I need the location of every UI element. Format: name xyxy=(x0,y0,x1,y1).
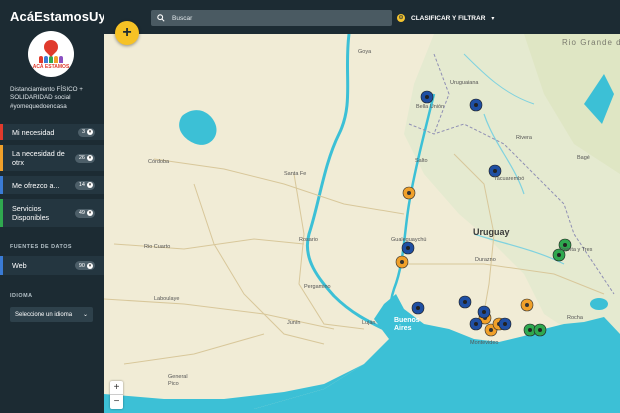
count-badge[interactable]: 3 ▾ xyxy=(77,127,95,137)
search-placeholder: Buscar xyxy=(172,14,193,22)
sidebar-item-label: Mi necesidad xyxy=(12,127,55,137)
map-pin-orange[interactable] xyxy=(520,298,534,312)
sidebar-item-label: Me ofrezco a... xyxy=(12,180,60,190)
search-input[interactable]: Buscar xyxy=(151,10,392,26)
count-badge[interactable]: 49 ▾ xyxy=(74,208,95,218)
sort-filter-button[interactable]: ⊙ CLASIFICAR Y FILTRAR ▾ xyxy=(397,10,494,26)
map-pin-orange[interactable] xyxy=(395,255,409,269)
map-label: Bella Unión xyxy=(416,104,445,110)
top-toolbar: Buscar ⊙ CLASIFICAR Y FILTRAR ▾ xyxy=(104,0,620,34)
map-label: Junín xyxy=(287,320,301,326)
map-label: Uruguay xyxy=(473,227,510,237)
map-label: Salto xyxy=(415,158,428,164)
map-label: Buenos Aires xyxy=(394,317,420,332)
sidebar-item-servicios[interactable]: Servicios Disponibles 49 ▾ xyxy=(0,199,104,227)
map-pin-green[interactable] xyxy=(533,323,547,337)
sidebar-item-web[interactable]: Web 90 ▾ xyxy=(0,256,104,275)
map-label: Laboulaye xyxy=(154,296,180,302)
map-pin-blue[interactable] xyxy=(458,295,472,309)
sidebar-item-mi-necesidad[interactable]: Mi necesidad 3 ▾ xyxy=(0,124,104,140)
chevron-down-icon: ▾ xyxy=(87,155,93,161)
sidebar-item-necesidad-otrx[interactable]: La necesidad de otrx 26 ▾ xyxy=(0,145,104,171)
map-label: Rio Grande do Sul xyxy=(562,38,620,47)
sources-heading: FUENTES DE DATOS xyxy=(10,244,73,250)
sidebar-item-label: Servicios Disponibles xyxy=(12,204,50,222)
map-label: Rosario xyxy=(299,237,318,243)
map-label: Rocha xyxy=(567,315,583,321)
logo-text: ACÁ ESTAMOS xyxy=(32,64,70,70)
map-label: Rio Cuarto xyxy=(144,244,171,250)
map-canvas[interactable] xyxy=(104,34,620,413)
tagline: Distanciamiento FÍSICO + SOLIDARIDAD soc… xyxy=(10,86,83,110)
sidebar: AcáEstamosUy ACÁ ESTAMOS Distanciamiento… xyxy=(0,0,104,413)
map-pin-orange[interactable] xyxy=(402,186,416,200)
language-heading: IDIOMA xyxy=(10,293,33,299)
map-pin-blue[interactable] xyxy=(411,301,425,315)
search-icon xyxy=(157,14,165,22)
count-badge[interactable]: 90 ▾ xyxy=(74,261,95,270)
people-icon xyxy=(39,56,63,63)
map-pin-blue[interactable] xyxy=(469,317,483,331)
map-pin-blue[interactable] xyxy=(469,98,483,112)
map-pin-blue[interactable] xyxy=(401,241,415,255)
language-select[interactable]: Seleccione un idioma ⌄ xyxy=(10,307,93,322)
chevron-down-icon: ▾ xyxy=(491,15,495,22)
map-label: Santa Fe xyxy=(284,171,307,177)
sidebar-item-label: Web xyxy=(12,261,27,270)
chevron-down-icon: ▾ xyxy=(87,262,93,269)
count-badge[interactable]: 26 ▾ xyxy=(74,153,95,163)
chevron-down-icon: ▾ xyxy=(87,182,93,188)
zoom-in-button[interactable]: + xyxy=(110,381,123,395)
map[interactable]: Rio Grande do Sul Goya Uruguaiana Bella … xyxy=(104,34,620,413)
map-label: General Pico xyxy=(168,374,188,387)
map-label: Córdoba xyxy=(148,159,170,165)
map-label: Goya xyxy=(358,49,372,55)
app-logo: ACÁ ESTAMOS xyxy=(28,31,74,77)
map-label: Treinta y Tres xyxy=(559,247,593,253)
map-pin-blue[interactable] xyxy=(498,317,512,331)
location-pin-icon xyxy=(41,37,61,57)
zoom-out-button[interactable]: − xyxy=(110,395,123,409)
map-label: Tacuarembó xyxy=(494,176,525,182)
map-label: Bagé xyxy=(577,155,590,161)
count-badge[interactable]: 14 ▾ xyxy=(74,180,95,190)
filter-label: CLASIFICAR Y FILTRAR xyxy=(411,14,486,22)
map-pin-blue[interactable] xyxy=(477,305,491,319)
map-label: Pergamino xyxy=(304,284,331,290)
map-label: Montevideo xyxy=(470,340,499,346)
sidebar-item-label: La necesidad de otrx xyxy=(12,149,65,167)
zoom-control: + − xyxy=(110,381,123,409)
filter-icon: ⊙ xyxy=(397,14,405,22)
map-label: Luján xyxy=(362,320,376,326)
app-title: AcáEstamosUy xyxy=(10,9,104,24)
sidebar-item-me-ofrezco[interactable]: Me ofrezco a... 14 ▾ xyxy=(0,176,104,194)
chevron-down-icon: ▾ xyxy=(87,210,93,216)
add-button[interactable]: + xyxy=(115,21,139,45)
map-label: Uruguaiana xyxy=(450,80,479,86)
map-label: Rivera xyxy=(516,135,532,141)
map-label: Durazno xyxy=(475,257,496,263)
map-pin-blue[interactable] xyxy=(420,90,434,104)
map-label: Gualeguaychú xyxy=(391,237,427,243)
chevron-down-icon: ⌄ xyxy=(82,312,88,318)
chevron-down-icon: ▾ xyxy=(87,129,93,135)
